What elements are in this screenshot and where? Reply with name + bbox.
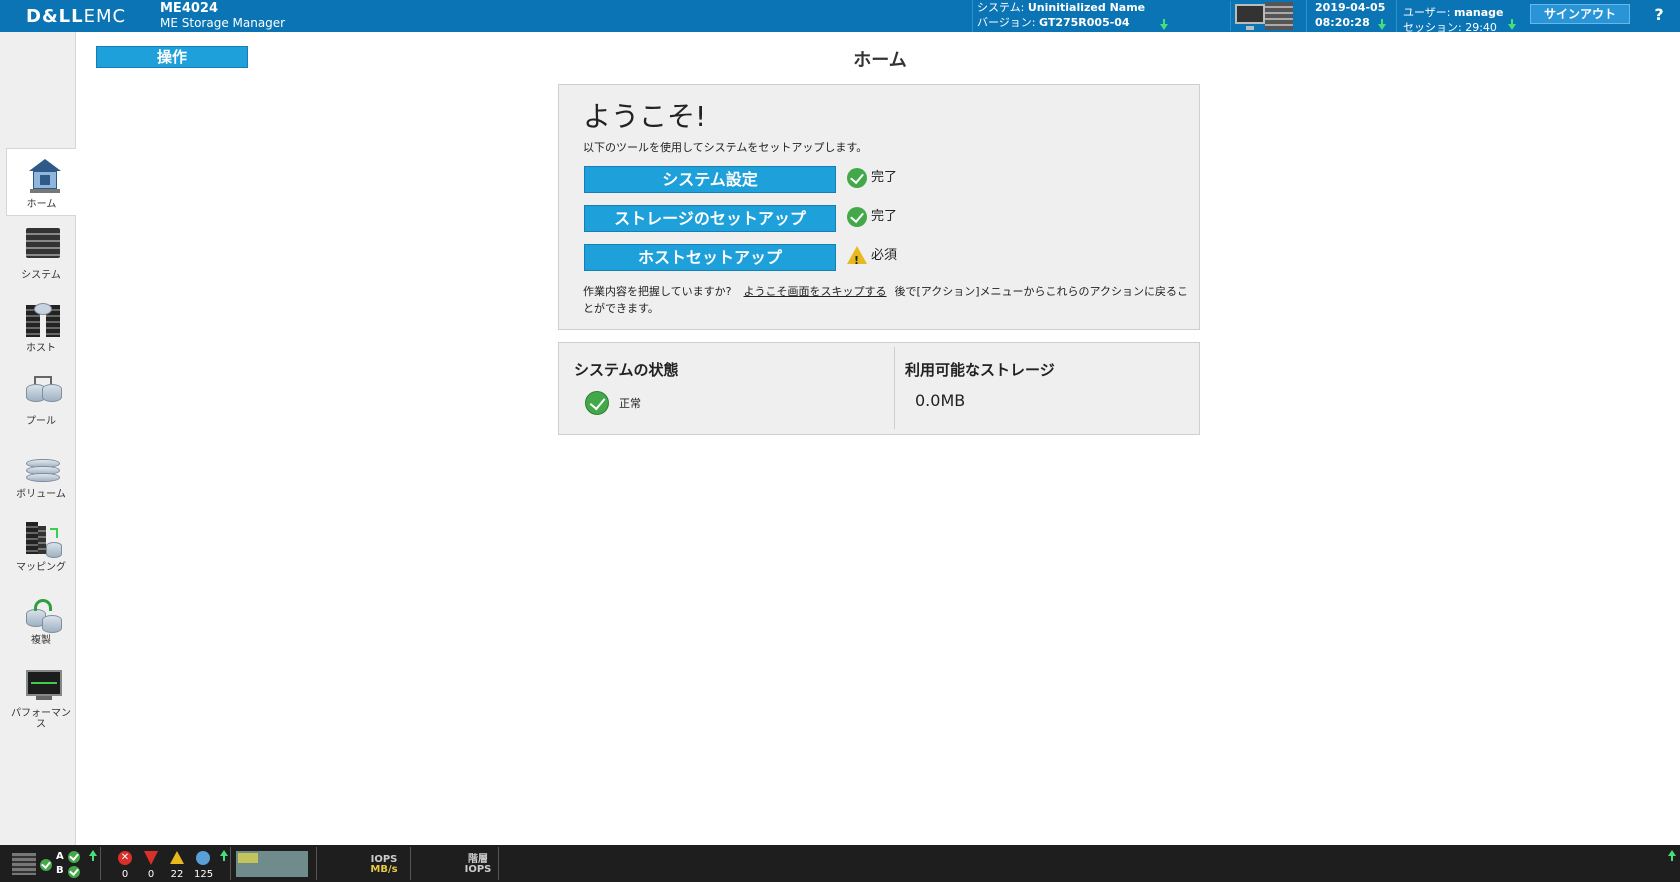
error-count: 0 <box>147 869 155 880</box>
check-icon <box>847 207 867 227</box>
warning-count: 22 <box>170 869 184 880</box>
nav-item-volumes[interactable]: ボリューム <box>6 439 76 507</box>
system-icon <box>26 228 60 258</box>
controller-b-ok-icon <box>68 866 80 878</box>
date-time[interactable]: 2019-04-05 08:20:28 <box>1306 0 1402 32</box>
nav-item-system[interactable]: システム <box>6 220 76 288</box>
storage-setup-button[interactable]: ストレージのセットアップ <box>584 205 836 232</box>
nav-label: マッピング <box>16 562 66 573</box>
performance-icon <box>26 668 62 704</box>
welcome-panel: ようこそ! 以下のツールを使用してシステムをセットアップします。 システム設定 … <box>558 84 1200 330</box>
critical-count: 0 <box>121 869 129 880</box>
device-status-icons[interactable] <box>1230 1 1296 31</box>
critical-alerts[interactable]: ✕ 0 <box>116 851 134 880</box>
product-model: ME4024 <box>160 1 218 16</box>
status-panel: システムの状態 正常 利用可能なストレージ 0.0MB <box>558 342 1200 435</box>
nav-label: プール <box>26 416 56 427</box>
system-name: Uninitialized Name <box>1027 1 1146 14</box>
available-storage-value: 0.0MB <box>915 391 966 410</box>
warning-icon <box>847 246 867 272</box>
critical-icon: ✕ <box>118 851 132 865</box>
action-button[interactable]: 操作 <box>96 46 248 68</box>
panel-divider <box>894 347 895 429</box>
storage-setup-status: 完了 <box>847 206 897 228</box>
replication-icon <box>26 595 62 633</box>
enclosure-icon[interactable] <box>12 853 36 875</box>
mapping-icon <box>26 522 62 558</box>
nav-item-replication[interactable]: 複製 <box>6 585 76 653</box>
nav-label: システム <box>21 270 61 281</box>
date-dropdown-icon[interactable] <box>1378 19 1386 30</box>
time: 08:20:28 <box>1315 16 1370 29</box>
info-icon <box>196 851 210 865</box>
help-icon[interactable]: ? <box>1648 4 1670 26</box>
warning-icon <box>170 851 184 864</box>
host-setup-status: 必須 <box>847 245 897 272</box>
nav-label: 複製 <box>31 635 51 646</box>
monitor-icon <box>1235 4 1265 30</box>
product-app-name: ME Storage Manager <box>160 16 286 30</box>
system-info[interactable]: システム: Uninitialized Name バージョン: GT275R00… <box>972 0 1212 32</box>
nav-item-performance[interactable]: パフォーマンス <box>6 658 76 740</box>
error-alerts[interactable]: 0 <box>142 851 160 880</box>
firmware-version: GT275R005-04 <box>1038 16 1130 29</box>
system-info-dropdown-icon[interactable] <box>1160 19 1168 30</box>
expand-footer-icon[interactable] <box>1668 850 1676 861</box>
info-count: 125 <box>194 869 214 880</box>
home-icon <box>27 159 61 195</box>
controller-a-ok-icon <box>68 851 80 863</box>
page-title: ホーム <box>853 50 907 71</box>
warning-alerts[interactable]: 22 <box>168 851 186 880</box>
date: 2019-04-05 <box>1315 1 1386 14</box>
nav-label: ホーム <box>26 199 57 210</box>
user-name: manage <box>1453 6 1504 19</box>
nav-label: ボリューム <box>16 489 66 500</box>
host-setup-button[interactable]: ホストセットアップ <box>584 244 836 271</box>
session-timer: 29:40 <box>1465 21 1497 34</box>
welcome-heading: ようこそ! <box>583 100 707 133</box>
enclosure-ok-icon <box>40 859 52 871</box>
check-icon <box>847 168 867 188</box>
bottom-status-bar: A B ✕ 0 0 22 125 IOPS MB/s 階層 IOPS <box>0 845 1680 882</box>
left-navigation: ホーム システム ホスト プール ボリューム マッピング 複製 パフォーマンス <box>0 32 76 845</box>
nav-item-home[interactable]: ホーム <box>6 148 76 216</box>
host-icon <box>26 303 60 339</box>
system-status-value: 正常 <box>619 397 641 410</box>
user-info[interactable]: ユーザー: manage セッション: 29:40 <box>1396 0 1524 34</box>
controller-b-label: B <box>56 865 64 876</box>
nav-label: パフォーマンス <box>11 708 71 730</box>
error-icon <box>144 851 158 865</box>
system-status-title: システムの状態 <box>574 361 679 379</box>
pool-icon <box>26 376 62 412</box>
welcome-subtitle: 以下のツールを使用してシステムをセットアップします。 <box>583 141 868 154</box>
expand-arrow-icon[interactable] <box>220 850 228 861</box>
top-header: D&LLEMC ME4024 ME Storage Manager システム: … <box>0 0 1680 34</box>
healthy-check-icon <box>585 391 609 415</box>
system-settings-button[interactable]: システム設定 <box>584 166 836 193</box>
info-alerts[interactable]: 125 <box>194 851 213 880</box>
controller-a-label: A <box>56 851 64 862</box>
nav-item-hosts[interactable]: ホスト <box>6 293 76 361</box>
welcome-note: 作業内容を把握していますか? ようこそ画面をスキップする 後で[アクション]メニュー… <box>583 285 1188 315</box>
volume-icon <box>26 449 60 485</box>
nav-label: ホスト <box>26 343 56 354</box>
skip-welcome-link[interactable]: ようこそ画面をスキップする <box>744 285 887 298</box>
system-settings-status: 完了 <box>847 167 897 189</box>
dell-emc-logo: D&LLEMC <box>26 6 127 27</box>
product-info: ME4024 ME Storage Manager <box>160 1 286 31</box>
user-dropdown-icon[interactable] <box>1508 19 1516 30</box>
enclosure-icon <box>1265 2 1293 30</box>
available-storage-title: 利用可能なストレージ <box>905 361 1055 379</box>
sign-out-button[interactable]: サインアウト <box>1530 4 1630 24</box>
capacity-graph[interactable] <box>236 851 308 877</box>
tier-iops-metric[interactable]: 階層 IOPS <box>458 855 498 875</box>
expand-arrow-icon[interactable] <box>89 850 97 861</box>
iops-mbs-metric[interactable]: IOPS MB/s <box>364 855 404 875</box>
nav-item-mapping[interactable]: マッピング <box>6 512 76 580</box>
nav-item-pools[interactable]: プール <box>6 366 76 434</box>
